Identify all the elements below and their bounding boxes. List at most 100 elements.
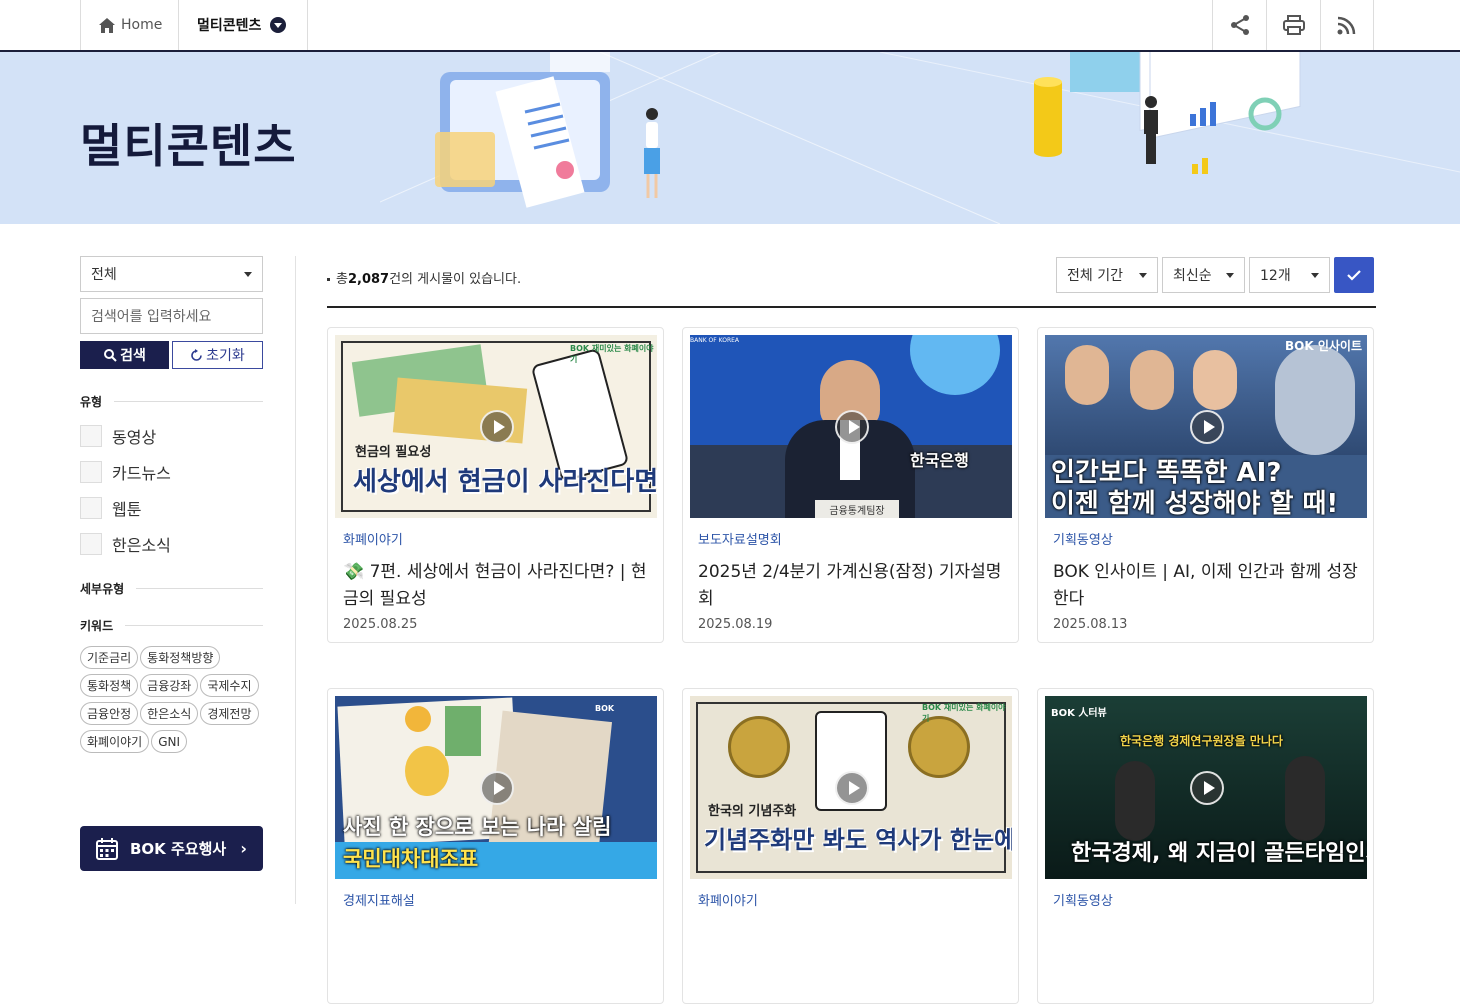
keyword-section-heading: 키워드 bbox=[80, 617, 263, 634]
content-card[interactable]: BOK 인사이트 인간보다 똑똑한 AI? 이젠 함께 성장해야 할 때! 기획… bbox=[1037, 327, 1374, 643]
thumb-badge: BOK 재미있는 화폐이야기 bbox=[922, 703, 1006, 723]
thumb-subcaption: 국민대차대조표 bbox=[343, 847, 479, 871]
rss-icon bbox=[1337, 16, 1356, 35]
chevron-down-icon bbox=[270, 17, 287, 33]
bok-events-button[interactable]: BOK 주요행사 › bbox=[80, 826, 263, 871]
keyword-tag[interactable]: GNI bbox=[151, 730, 188, 753]
card-thumbnail[interactable]: BOK 사진 한 장으로 보는 나라 살림 국민대차대조표 bbox=[335, 696, 657, 879]
type-label: 웹툰 bbox=[112, 500, 142, 519]
checkbox[interactable] bbox=[80, 533, 102, 555]
reset-button[interactable]: 초기화 bbox=[172, 341, 263, 369]
type-checkbox-cardnews[interactable]: 카드뉴스 bbox=[80, 460, 263, 484]
card-title[interactable]: 💸 7편. 세상에서 현금이 사라진다면? | 현금의 필요성 bbox=[343, 559, 648, 613]
card-category: 기획동영상 bbox=[1053, 894, 1113, 909]
check-icon bbox=[1347, 269, 1361, 281]
breadcrumb-home[interactable]: Home bbox=[80, 0, 179, 50]
page-size-select[interactable]: 12개 bbox=[1249, 257, 1330, 293]
type-checkbox-webtoon[interactable]: 웹툰 bbox=[80, 496, 263, 520]
search-button[interactable]: 검색 bbox=[80, 341, 169, 369]
keyword-tag[interactable]: 한은소식 bbox=[140, 702, 199, 725]
play-icon[interactable] bbox=[480, 771, 514, 805]
bok-events-label: BOK 주요행사 bbox=[130, 840, 227, 858]
column-divider bbox=[295, 256, 296, 904]
card-thumbnail[interactable]: BANK OF KOREA 한국은행 금융통계팀장 bbox=[690, 335, 1012, 518]
card-category: 경제지표해설 bbox=[343, 894, 415, 909]
category-select[interactable]: 전체 bbox=[80, 256, 263, 292]
keyword-tag[interactable]: 통화정책방향 bbox=[140, 646, 221, 669]
thumb-subcaption: 한국은행 bbox=[910, 451, 969, 470]
type-checkbox-video[interactable]: 동영상 bbox=[80, 424, 263, 448]
card-date: 2025.08.19 bbox=[698, 617, 773, 632]
play-icon[interactable] bbox=[835, 771, 869, 805]
home-icon bbox=[99, 17, 115, 33]
share-button[interactable] bbox=[1212, 0, 1266, 50]
page-title: 멀티콘텐츠 bbox=[80, 119, 297, 173]
result-count: 총2,087건의 게시물이 있습니다. bbox=[327, 268, 521, 287]
keyword-tags: 기준금리 통화정책방향 통화정책 금융강좌 국제수지 금융안정 한은소식 경제전… bbox=[80, 646, 263, 753]
card-thumbnail[interactable]: BOK 재미있는 화폐이야기 현금의 필요성 세상에서 현금이 사라진다면? bbox=[335, 335, 657, 518]
checkbox[interactable] bbox=[80, 425, 102, 447]
refresh-icon bbox=[191, 348, 202, 361]
period-filter-value: 전체 기간 bbox=[1067, 268, 1123, 284]
reset-button-label: 초기화 bbox=[206, 348, 245, 364]
rss-button[interactable] bbox=[1320, 0, 1374, 50]
card-thumbnail[interactable]: BOK 재미있는 화폐이야기 한국의 기념주화 기념주화만 봐도 역사가 한눈에… bbox=[690, 696, 1012, 879]
content-card[interactable]: BOK 사진 한 장으로 보는 나라 살림 국민대차대조표 경제지표해설 bbox=[327, 688, 664, 1004]
type-checkbox-news[interactable]: 한은소식 bbox=[80, 532, 263, 556]
card-title[interactable]: 2025년 2/4분기 가계신용(잠정) 기자설명회 bbox=[698, 559, 1003, 613]
page-size-value: 12개 bbox=[1260, 268, 1291, 284]
keyword-tag[interactable]: 국제수지 bbox=[200, 674, 259, 697]
category-select-value: 전체 bbox=[91, 267, 117, 283]
card-thumbnail[interactable]: BOK 인사이트 인간보다 똑똑한 AI? 이젠 함께 성장해야 할 때! bbox=[1045, 335, 1367, 518]
thumb-badge: BOK bbox=[595, 704, 615, 713]
card-title[interactable]: BOK 인사이트 | AI, 이제 인간과 함께 성장한다 bbox=[1053, 559, 1358, 613]
keyword-tag[interactable]: 금융강좌 bbox=[140, 674, 199, 697]
keyword-tag[interactable]: 통화정책 bbox=[80, 674, 139, 697]
print-button[interactable] bbox=[1266, 0, 1320, 50]
checkbox[interactable] bbox=[80, 461, 102, 483]
caret-down-icon bbox=[1139, 272, 1147, 278]
caret-down-icon bbox=[1311, 272, 1319, 278]
list-header: 총2,087건의 게시물이 있습니다. 전체 기간 최신순 12개 bbox=[327, 256, 1376, 308]
subtype-heading-label: 세부유형 bbox=[80, 582, 125, 596]
keyword-tag[interactable]: 금융안정 bbox=[80, 702, 139, 725]
type-section-heading: 유형 bbox=[80, 393, 263, 410]
period-filter-select[interactable]: 전체 기간 bbox=[1056, 257, 1158, 293]
keyword-tag[interactable]: 경제전망 bbox=[200, 702, 259, 725]
sort-select[interactable]: 최신순 bbox=[1162, 257, 1245, 293]
breadcrumb-home-label: Home bbox=[121, 17, 163, 33]
count-prefix: 총 bbox=[336, 272, 348, 287]
card-date: 2025.08.25 bbox=[343, 617, 418, 632]
content-card[interactable]: BOK 재미있는 화폐이야기 현금의 필요성 세상에서 현금이 사라진다면? 화… bbox=[327, 327, 664, 643]
card-thumbnail[interactable]: BOK 人터뷰 한국은행 경제연구원장을 만나다 한국경제, 왜 지금이 골든타… bbox=[1045, 696, 1367, 879]
thumb-subcaption: 이젠 함께 성장해야 할 때! bbox=[1051, 489, 1339, 518]
thumb-badge: BOK 인사이트 bbox=[1285, 339, 1362, 353]
thumb-caption: 한국경제, 왜 지금이 골든타임인가? bbox=[1071, 841, 1367, 866]
breadcrumb-current[interactable]: 멀티콘텐츠 bbox=[179, 0, 308, 50]
play-icon[interactable] bbox=[480, 410, 514, 444]
keyword-tag[interactable]: 화폐이야기 bbox=[80, 730, 150, 753]
content-card[interactable]: BOK 人터뷰 한국은행 경제연구원장을 만나다 한국경제, 왜 지금이 골든타… bbox=[1037, 688, 1374, 1004]
search-input[interactable]: 검색어를 입력하세요 bbox=[80, 298, 263, 334]
type-heading-label: 유형 bbox=[80, 395, 103, 409]
card-category: 보도자료설명회 bbox=[698, 533, 782, 548]
apply-filter-button[interactable] bbox=[1334, 257, 1374, 293]
thumb-badge: BOK 人터뷰 bbox=[1051, 708, 1107, 719]
caret-down-icon bbox=[1226, 272, 1234, 278]
search-icon bbox=[104, 349, 117, 362]
keyword-heading-label: 키워드 bbox=[80, 619, 114, 633]
play-icon[interactable] bbox=[835, 410, 869, 444]
play-icon[interactable] bbox=[1190, 771, 1224, 805]
keyword-tag[interactable]: 기준금리 bbox=[80, 646, 139, 669]
content-card[interactable]: BANK OF KOREA 한국은행 금융통계팀장 보도자료설명회 2025년 … bbox=[682, 327, 1019, 643]
thumb-subcaption: 한국은행 경제연구원장을 만나다 bbox=[1120, 734, 1283, 748]
card-category: 기획동영상 bbox=[1053, 533, 1113, 548]
thumb-badge: BOK 재미있는 화폐이야기 bbox=[570, 344, 654, 364]
play-icon[interactable] bbox=[1190, 410, 1224, 444]
thumb-subcaption: 현금의 필요성 bbox=[355, 445, 432, 460]
breadcrumb-current-label: 멀티콘텐츠 bbox=[197, 18, 262, 34]
content-card[interactable]: BOK 재미있는 화폐이야기 한국의 기념주화 기념주화만 봐도 역사가 한눈에… bbox=[682, 688, 1019, 1004]
checkbox[interactable] bbox=[80, 497, 102, 519]
card-date: 2025.08.13 bbox=[1053, 617, 1128, 632]
card-category: 화폐이야기 bbox=[698, 894, 758, 909]
